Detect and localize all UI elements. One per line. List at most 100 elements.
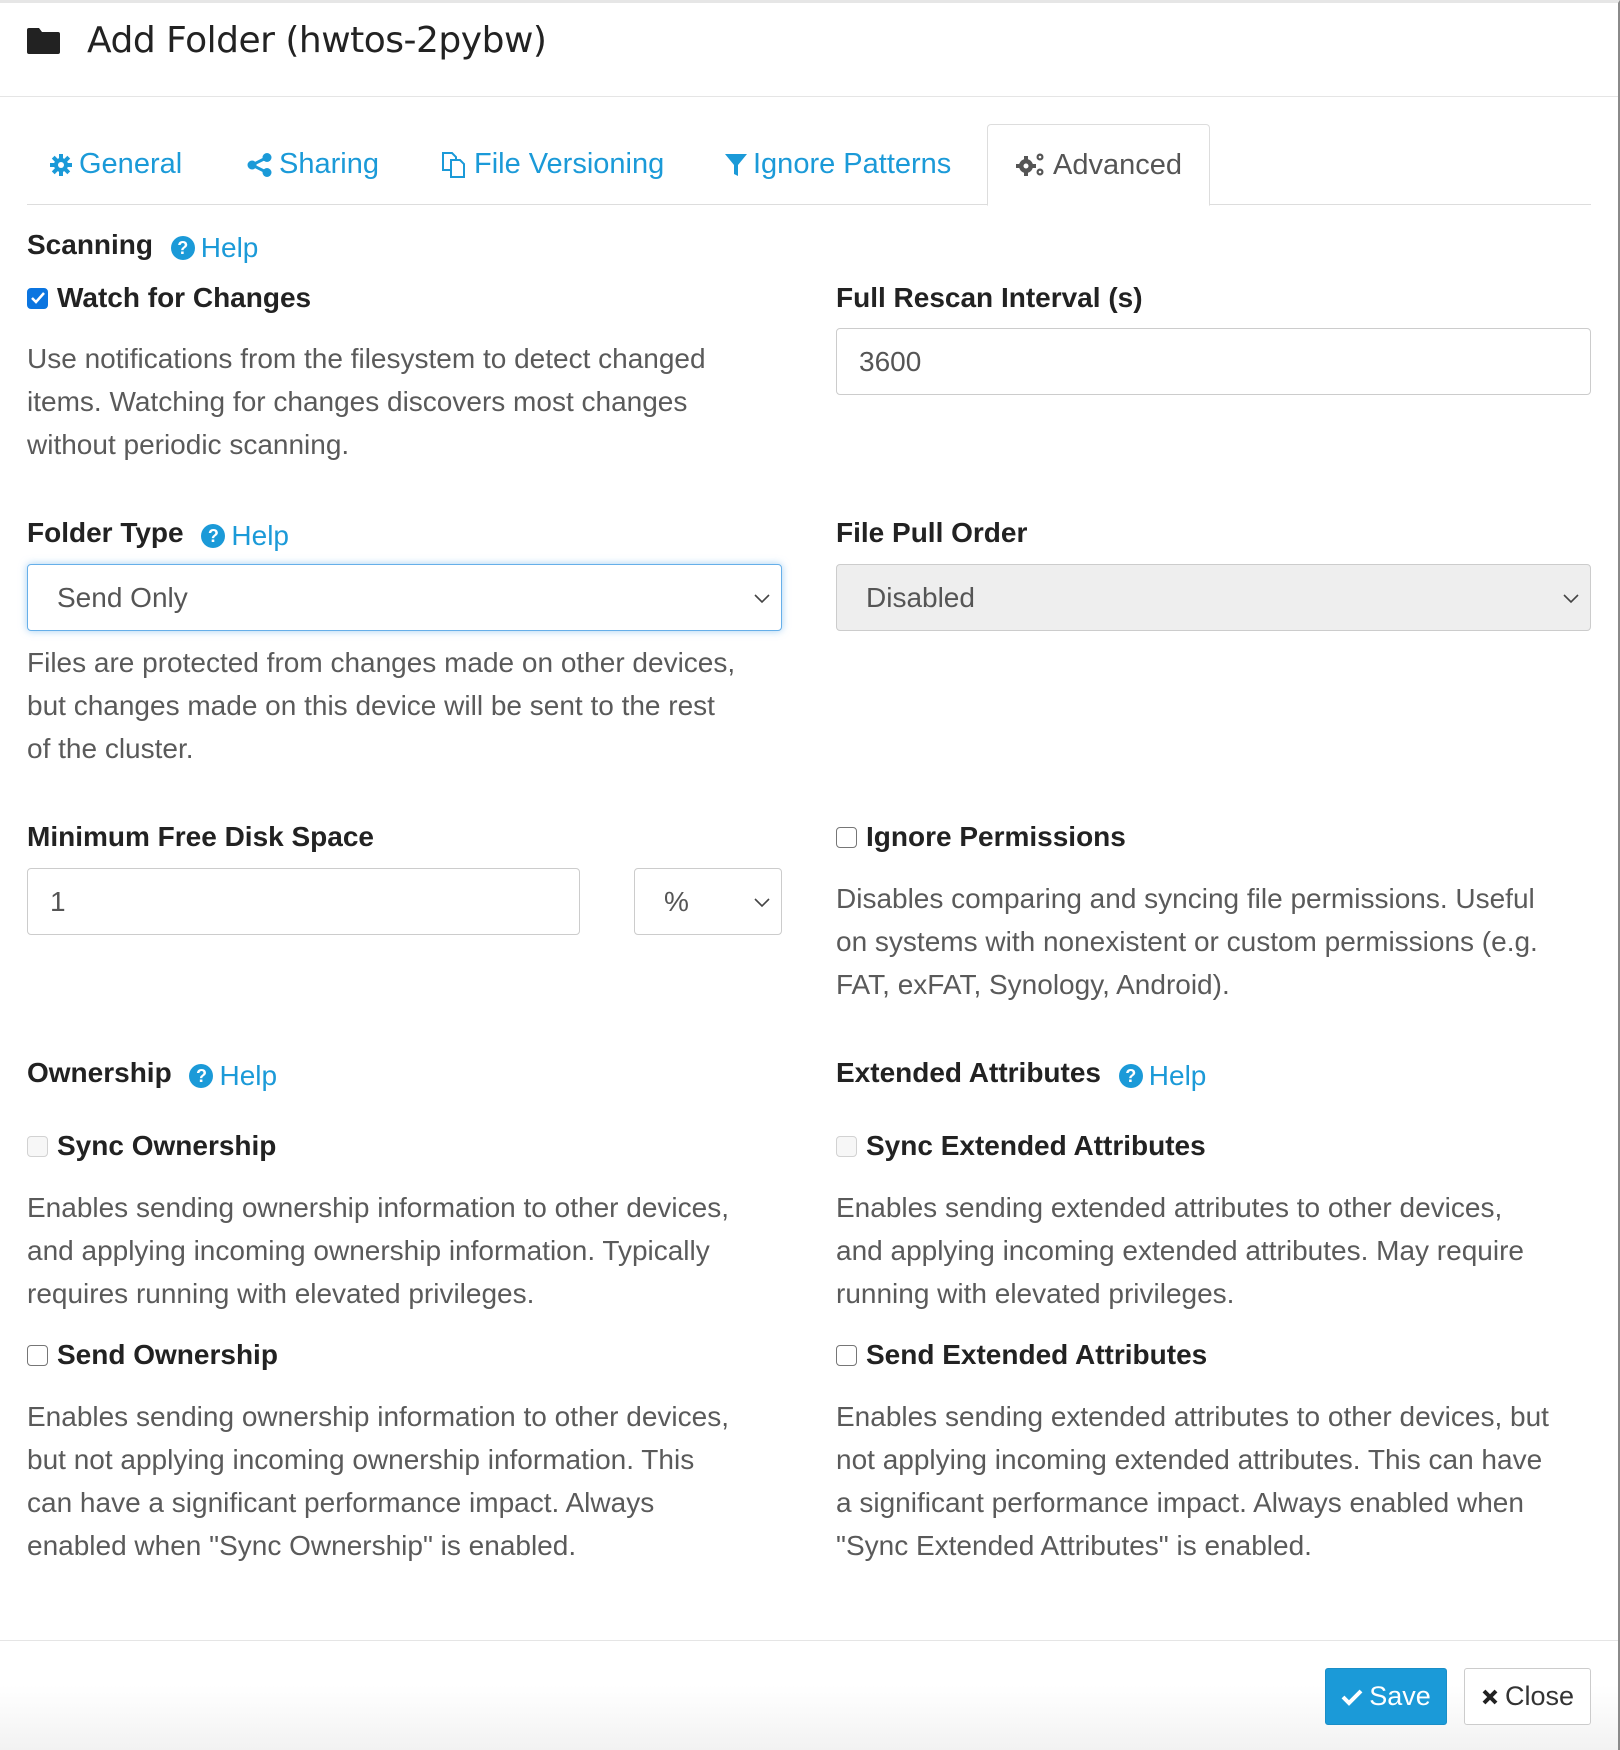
ignore-permissions-row: Ignore Permissions [836, 819, 1126, 855]
tab-sharing-label: Sharing [279, 148, 379, 180]
add-folder-dialog: Add Folder (hwtos-2pybw) General Sharing… [0, 0, 1620, 1750]
close-label: Close [1504, 1681, 1575, 1711]
question-circle-icon: ? [201, 524, 226, 548]
send-ownership-checkbox[interactable] [27, 1344, 48, 1366]
folder-type-help-link[interactable]: ? Help [201, 518, 289, 554]
send-xattrs-label: Send Extended Attributes [866, 1339, 1208, 1370]
sync-ownership-label: Sync Ownership [57, 1130, 277, 1161]
xattrs-help-link[interactable]: ? Help [1118, 1058, 1207, 1094]
desc-line: on systems with nonexistent or custom pe… [836, 926, 1538, 957]
watch-for-changes-checkbox[interactable] [27, 287, 48, 309]
watch-for-changes-label: Watch for Changes [57, 282, 312, 313]
pull-order-label: File Pull Order [836, 517, 1028, 548]
folder-type-select[interactable]: Send Only [27, 564, 782, 631]
min-disk-unit-value: % [664, 885, 689, 917]
min-disk-unit-select[interactable]: % [634, 868, 782, 935]
send-ownership-row: Send Ownership [27, 1337, 278, 1373]
send-xattrs-row: Send Extended Attributes [836, 1337, 1207, 1373]
scanning-help-link[interactable]: ? Help [170, 230, 259, 266]
desc-line: Enables sending extended attributes to o… [836, 1192, 1503, 1223]
min-disk-value: 1 [50, 885, 66, 917]
dialog-title: Add Folder (hwtos-2pybw) [87, 20, 547, 61]
dialog-footer: Save Close [0, 1640, 1618, 1750]
share-icon [247, 152, 272, 177]
chevron-down-icon [754, 594, 770, 604]
xattrs-heading: Extended Attributes ? Help [836, 1055, 1206, 1094]
files-icon [442, 151, 465, 178]
tab-general[interactable]: General [49, 124, 182, 205]
desc-line: "Sync Extended Attributes" is enabled. [836, 1530, 1312, 1561]
folder-type-label: Folder Type [27, 517, 184, 548]
desc-line: running with elevated privileges. [836, 1278, 1235, 1309]
desc-line: not applying incoming extended attribute… [836, 1444, 1543, 1475]
save-label: Save [1369, 1681, 1431, 1711]
chevron-down-icon [754, 898, 770, 908]
folder-type-heading: Folder Type ? Help [27, 515, 289, 554]
watch-for-changes-description: Use notifications from the filesystem to… [27, 337, 706, 466]
sync-ownership-description: Enables sending ownership information to… [27, 1186, 729, 1315]
ignore-permissions-description: Disables comparing and syncing file perm… [836, 877, 1538, 1006]
ownership-heading-text: Ownership [27, 1057, 172, 1088]
sync-xattrs-row: Sync Extended Attributes [836, 1128, 1206, 1164]
desc-line: without periodic scanning. [27, 429, 350, 460]
tab-sharing[interactable]: Sharing [247, 124, 379, 205]
desc-line: a significant performance impact. Always… [836, 1487, 1524, 1518]
tab-general-label: General [79, 148, 183, 180]
watch-for-changes-row: Watch for Changes [27, 280, 311, 316]
sync-xattrs-checkbox[interactable] [836, 1135, 857, 1157]
folder-icon [27, 28, 60, 54]
tab-file-versioning[interactable]: File Versioning [440, 124, 664, 205]
save-button[interactable]: Save [1325, 1668, 1447, 1725]
send-xattrs-checkbox[interactable] [836, 1344, 857, 1366]
rescan-interval-value: 3600 [859, 345, 922, 377]
desc-line: and applying incoming ownership informat… [27, 1235, 710, 1266]
close-button[interactable]: Close [1464, 1668, 1591, 1725]
desc-line: Enables sending ownership information to… [27, 1192, 729, 1223]
pull-order-select[interactable]: Disabled [836, 564, 1591, 631]
checkmark-icon [30, 292, 45, 304]
desc-line: Enables sending ownership information to… [27, 1401, 729, 1432]
send-ownership-label: Send Ownership [57, 1339, 278, 1370]
desc-line: of the cluster. [27, 733, 194, 764]
ignore-permissions-checkbox[interactable] [836, 826, 857, 848]
folder-type-value: Send Only [57, 581, 188, 613]
send-xattrs-description: Enables sending extended attributes to o… [836, 1395, 1549, 1567]
question-circle-icon: ? [170, 236, 195, 260]
sync-xattrs-description: Enables sending extended attributes to o… [836, 1186, 1524, 1315]
ownership-heading: Ownership ? Help [27, 1055, 277, 1094]
min-disk-label: Minimum Free Disk Space [27, 821, 375, 852]
send-ownership-description: Enables sending ownership information to… [27, 1395, 729, 1567]
tab-advanced[interactable]: Advanced [987, 124, 1210, 206]
rescan-interval-input[interactable]: 3600 [836, 328, 1591, 395]
tab-bar: General Sharing File Versioning Ignore P… [27, 124, 1591, 206]
help-label: Help [1148, 1060, 1207, 1091]
min-disk-input[interactable]: 1 [27, 868, 580, 935]
sync-xattrs-label: Sync Extended Attributes [866, 1130, 1206, 1161]
tab-file-versioning-label: File Versioning [474, 148, 665, 180]
filter-icon [725, 153, 747, 176]
rescan-interval-label: Full Rescan Interval (s) [836, 282, 1143, 313]
dialog-header: Add Folder (hwtos-2pybw) [0, 3, 1618, 97]
gear-icon [50, 153, 72, 176]
tab-ignore-patterns[interactable]: Ignore Patterns [725, 124, 951, 205]
scanning-heading: Scanning ? Help [27, 227, 258, 266]
desc-line: Enables sending extended attributes to o… [836, 1401, 1549, 1432]
desc-line: can have a significant performance impac… [27, 1487, 655, 1518]
folder-type-description: Files are protected from changes made on… [27, 641, 735, 770]
desc-line: but changes made on this device will be … [27, 690, 715, 721]
sync-ownership-row: Sync Ownership [27, 1128, 276, 1164]
xattrs-heading-text: Extended Attributes [836, 1057, 1101, 1088]
close-icon [1482, 1689, 1498, 1704]
question-circle-icon: ? [1118, 1064, 1143, 1088]
desc-line: Files are protected from changes made on… [27, 647, 736, 678]
desc-line: Disables comparing and syncing file perm… [836, 883, 1535, 914]
desc-line: enabled when "Sync Ownership" is enabled… [27, 1530, 577, 1561]
tab-advanced-label: Advanced [1053, 148, 1182, 181]
desc-line: items. Watching for changes discovers mo… [27, 386, 688, 417]
gears-icon [1016, 153, 1044, 176]
ownership-help-link[interactable]: ? Help [189, 1058, 277, 1094]
sync-ownership-checkbox[interactable] [27, 1135, 48, 1157]
chevron-down-icon [1563, 594, 1579, 604]
scanning-heading-text: Scanning [27, 229, 154, 260]
help-label: Help [200, 232, 259, 263]
